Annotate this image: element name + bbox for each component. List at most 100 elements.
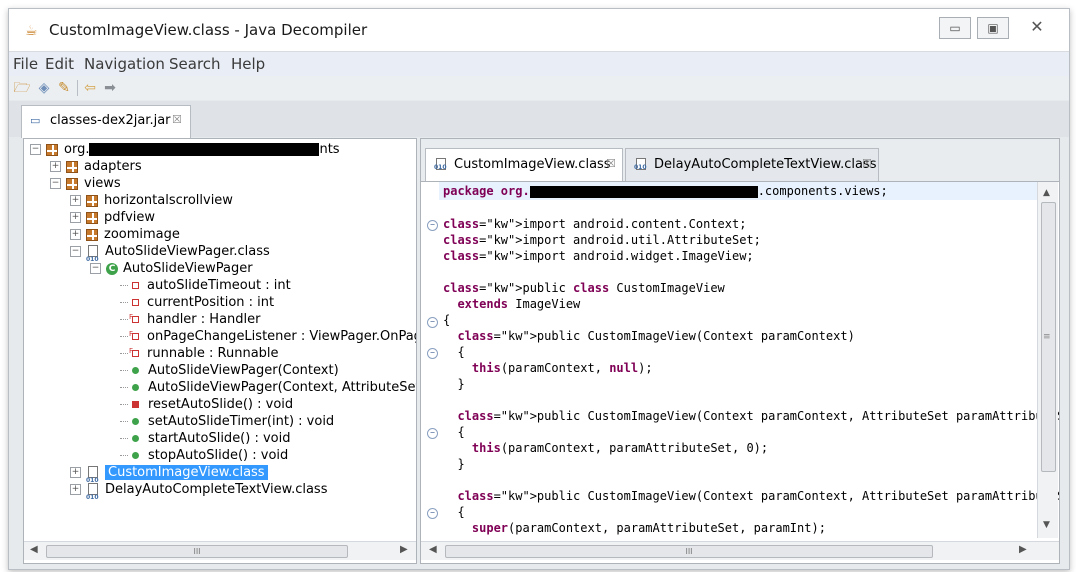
code-line: class="kw">import android.util.Attribute… [443, 233, 761, 247]
code-editor[interactable]: package org. .components.views; − class="… [421, 182, 1059, 538]
menu-help[interactable]: Help [231, 55, 265, 73]
menu-navigation[interactable]: Navigation [84, 55, 165, 73]
expand-icon[interactable]: + [70, 212, 81, 223]
code-line: this(paramContext, paramAttributeSet, 0)… [471, 441, 769, 455]
expand-icon[interactable]: + [70, 467, 81, 478]
tree-label: pdfview [104, 210, 156, 225]
collapse-icon[interactable]: − [90, 263, 101, 274]
tree-package-views[interactable]: − views [50, 175, 121, 192]
tree-member[interactable]: Fhandler : Handler [120, 311, 260, 328]
back-arrow-icon[interactable]: ⇦ [81, 79, 99, 97]
code-line: class="kw">public CustomImageView(Contex… [457, 329, 855, 343]
editor-horizontal-scrollbar[interactable]: ◀ III ▶ [421, 541, 1059, 560]
fold-icon[interactable]: − [427, 428, 438, 439]
wand-icon[interactable]: ✎ [55, 79, 73, 97]
tab-label: DelayAutoCompleteTextView.class [654, 157, 877, 172]
tree-member[interactable]: AutoSlideViewPager(Context, AttributeSet… [120, 379, 417, 396]
fold-icon[interactable]: − [427, 317, 438, 328]
code-line: } [443, 377, 465, 391]
tree-label-selected: CustomImageView.class [105, 465, 268, 480]
scroll-right-icon[interactable]: ▶ [1019, 544, 1027, 555]
collapse-icon[interactable]: − [70, 246, 81, 257]
collapse-icon[interactable]: − [30, 144, 41, 155]
code-line: this(paramContext, null); [471, 361, 653, 375]
tree-label: AutoSlideViewPager.class [105, 244, 270, 259]
fold-icon[interactable]: − [427, 220, 438, 231]
jar-tab[interactable]: ▭ classes-dex2jar.jar ☒ [21, 105, 191, 138]
tree-member[interactable]: resetAutoSlide() : void [120, 396, 293, 413]
minimize-button[interactable]: ▭ [939, 17, 971, 39]
editor-vertical-scrollbar[interactable]: ▲ ≡ ▼ [1037, 182, 1058, 538]
tree-member[interactable]: AutoSlideViewPager(Context) [120, 362, 339, 379]
jar-tab-close-icon[interactable]: ☒ [172, 113, 182, 126]
tree-root-package[interactable]: − org. nts [30, 141, 340, 158]
tab-customimageview[interactable]: 010 CustomImageView.class ☒ [425, 148, 623, 181]
editor-tab-bar: 010 CustomImageView.class ☒ 010 DelayAut… [421, 139, 1059, 182]
open-type-icon[interactable]: ◈ [35, 79, 53, 97]
tree-file-delayautocompletetextview[interactable]: +010 DelayAutoCompleteTextView.class [70, 481, 327, 501]
tree-member[interactable]: currentPosition : int [120, 294, 274, 311]
scroll-thumb[interactable]: III [445, 545, 933, 558]
tree-file-autoslideviewpager[interactable]: −010 AutoSlideViewPager.class [70, 243, 270, 263]
tree-file-customimageview[interactable]: +010 CustomImageView.class [70, 464, 268, 484]
redaction-bar [529, 185, 758, 198]
tree-package-adapters[interactable]: + adapters [50, 158, 142, 175]
maximize-button[interactable]: ▣ [977, 17, 1009, 39]
tree-member[interactable]: FonPageChangeListener : ViewPager.OnPag [120, 328, 416, 345]
scroll-up-icon[interactable]: ▲ [1043, 188, 1050, 198]
tree-horizontal-scrollbar[interactable]: ◀ III ▶ [24, 541, 416, 560]
tree-class-autoslideviewpager[interactable]: − C AutoSlideViewPager [90, 260, 253, 277]
scroll-thumb[interactable]: III [46, 545, 348, 558]
menu-search[interactable]: Search [169, 55, 221, 73]
tree-label: resetAutoSlide() : void [148, 397, 294, 412]
tree-package-zoomimage[interactable]: + zoomimage [70, 226, 180, 243]
collapse-icon[interactable]: − [50, 178, 61, 189]
tree-label: AutoSlideViewPager(Context, AttributeSet… [148, 380, 417, 395]
code-line: { [443, 505, 465, 519]
fold-icon[interactable]: − [427, 348, 438, 359]
forward-arrow-icon[interactable]: ➡ [101, 79, 119, 97]
package-icon [86, 211, 98, 224]
expand-icon[interactable]: + [70, 484, 81, 495]
open-folder-icon[interactable]: 🗁 [13, 79, 31, 97]
tab-close-icon[interactable]: ☒ [606, 157, 616, 170]
expand-icon[interactable]: + [50, 161, 61, 172]
jar-tab-label: classes-dex2jar.jar [50, 113, 171, 128]
tree-label: stopAutoSlide() : void [148, 448, 289, 463]
code-line: class="kw">import android.widget.ImageVi… [443, 249, 754, 263]
close-button[interactable]: ✕ [1019, 17, 1055, 37]
final-field-icon: F [129, 330, 139, 340]
java-decompiler-app-icon: ☕ [25, 23, 38, 39]
tree-label: runnable : Runnable [147, 346, 279, 361]
tree-package-horizontalscrollview[interactable]: + horizontalscrollview [70, 192, 233, 209]
class-file-icon: 010 [86, 245, 100, 263]
tree-package-pdfview[interactable]: + pdfview [70, 209, 155, 226]
scroll-left-icon[interactable]: ◀ [429, 544, 437, 555]
tree-member[interactable]: autoSlideTimeout : int [120, 277, 291, 294]
tab-delayautocompletetextview[interactable]: 010 DelayAutoCompleteTextView.class ☒ [625, 148, 879, 181]
menu-file[interactable]: File [13, 55, 38, 73]
class-file-icon: 010 [634, 158, 648, 171]
code-line: class="kw">public CustomImageView(Contex… [457, 409, 1060, 423]
private-field-icon [132, 299, 139, 306]
fold-icon[interactable]: − [427, 508, 438, 519]
code-line-package: package org. .components.views; [443, 183, 888, 199]
scroll-left-icon[interactable]: ◀ [30, 544, 38, 555]
menu-edit[interactable]: Edit [45, 55, 74, 73]
scroll-right-icon[interactable]: ▶ [400, 544, 408, 555]
code-line: { [443, 345, 465, 359]
tree-member[interactable]: startAutoSlide() : void [120, 430, 291, 447]
code-line: { [443, 313, 451, 327]
tree-member[interactable]: setAutoSlideTimer(int) : void [120, 413, 334, 430]
tree-member[interactable]: Frunnable : Runnable [120, 345, 279, 362]
expand-icon[interactable]: + [70, 195, 81, 206]
tab-close-icon[interactable]: ☒ [862, 157, 872, 170]
scroll-down-icon[interactable]: ▼ [1043, 520, 1050, 530]
public-method-icon [132, 435, 139, 442]
tree-member[interactable]: stopAutoSlide() : void [120, 447, 288, 464]
private-field-icon [132, 282, 139, 289]
package-tree-panel: − org. nts + adapters − views + horizontalscr… [23, 138, 417, 564]
tree-label: horizontalscrollview [104, 193, 233, 208]
expand-icon[interactable]: + [70, 229, 81, 240]
title-bar: ☕ CustomImageView.class - Java Decompile… [9, 9, 1069, 52]
